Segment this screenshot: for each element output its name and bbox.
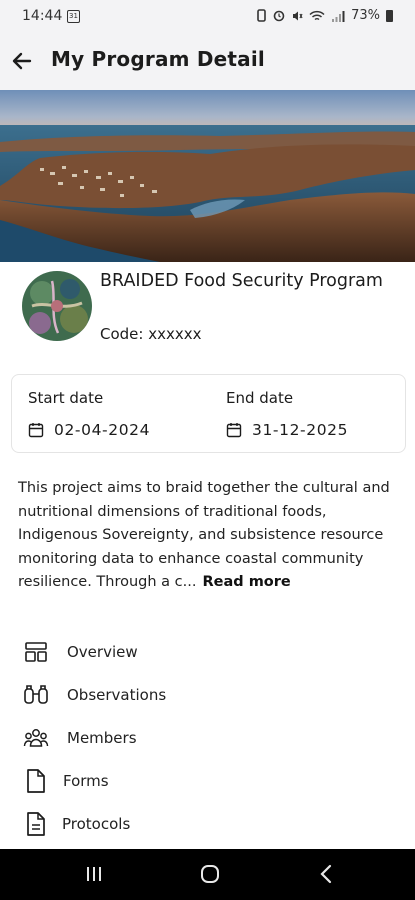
start-date-value: 02-04-2024 [54,421,151,439]
wifi-icon [309,10,325,20]
program-avatar [22,271,92,341]
system-nav-bar [0,849,415,900]
calendar-notification-icon: 31 [67,10,80,23]
overview-icon [20,639,52,665]
menu-item-label: Observations [67,686,167,704]
battery-percent: 73% [351,8,380,23]
read-more-link[interactable]: Read more [202,574,290,590]
calendar-icon [226,423,242,438]
recent-apps-button[interactable] [74,861,114,887]
status-bar: 14:44 31 73% [0,0,415,34]
form-icon [20,768,52,794]
app-bar: My Program Detail [0,34,415,90]
end-date-label: End date [226,389,294,407]
document-icon [20,811,52,837]
menu-item-members[interactable]: Members [20,718,400,758]
start-date-label: Start date [28,389,104,407]
members-icon [20,725,52,751]
menu-item-label: Protocols [62,815,131,833]
program-description: This project aims to braid together the … [18,477,400,595]
end-date-value: 31-12-2025 [252,421,349,439]
start-date-group: Start date 02-04-2024 [28,389,150,439]
menu-item-protocols[interactable]: Protocols [20,804,400,844]
alarm-icon [273,10,285,21]
mute-icon [293,11,303,20]
status-time: 14:44 [22,8,63,24]
battery-icon [386,9,393,22]
menu-item-forms[interactable]: Forms [20,761,400,801]
chevron-left-icon [320,864,332,884]
binoculars-icon [20,682,52,708]
program-cover-image [0,90,415,262]
menu-item-label: Overview [67,643,138,661]
menu-item-label: Forms [63,772,109,790]
system-back-button[interactable] [306,861,346,887]
program-code: Code: xxxxxx [100,325,202,343]
arrow-left-icon [12,52,32,70]
home-button[interactable] [190,861,230,887]
menu-item-observations[interactable]: Observations [20,675,400,715]
signal-icon [332,10,345,22]
page-title: My Program Detail [51,47,265,71]
home-icon [201,865,219,883]
calendar-icon [28,423,44,438]
menu-item-overview[interactable]: Overview [20,632,400,672]
end-date-group: End date 31-12-2025 [226,389,348,439]
status-icons: 73% [256,8,393,23]
program-name: BRAIDED Food Security Program [100,271,383,291]
back-button[interactable] [10,48,36,74]
recent-apps-icon [87,867,101,881]
menu-item-label: Members [67,729,137,747]
dates-card: Start date 02-04-2024 End date 31-12-202… [11,374,406,453]
vibrate-icon [257,9,266,22]
